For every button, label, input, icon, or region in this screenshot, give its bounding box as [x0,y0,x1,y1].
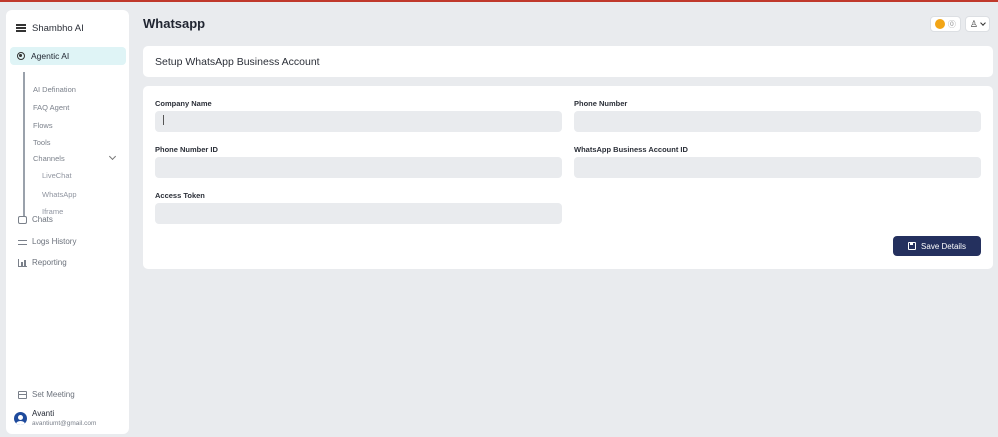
account-menu-button[interactable]: ♙ [964,16,990,32]
header-actions: ⓪ ♙ [929,16,990,32]
phone-number-label: Phone Number [574,99,628,108]
save-details-label: Save Details [921,241,966,251]
set-meeting-label: Set Meeting [32,390,75,399]
setup-header-card: Setup WhatsApp Business Account [143,46,993,77]
sidebar-item-label: Chats [32,215,53,224]
sidebar-sub-tools[interactable]: Tools [33,138,51,147]
avatar [14,412,27,425]
phone-number-id-label: Phone Number ID [155,145,218,154]
save-icon [908,242,917,250]
sidebar-item-reporting[interactable]: Reporting [18,258,67,267]
menu-icon[interactable] [16,24,26,32]
access-token-label: Access Token [155,191,205,200]
sidebar-sub-faq-agent[interactable]: FAQ Agent [33,103,69,112]
sidebar-item-logs-history[interactable]: Logs History [18,237,76,246]
calendar-icon [18,390,27,399]
sidebar-sub-channels[interactable]: Channels [33,154,65,163]
company-name-label: Company Name [155,99,212,108]
sidebar-item-label: Reporting [32,258,67,267]
coin-icon [934,19,945,29]
user-name: Avanti [32,409,55,418]
user-icon: ♙ [969,18,978,29]
text-caret [163,115,164,125]
access-token-input[interactable] [155,203,562,224]
user-profile[interactable]: Avanti avantiumt@gmail.com [14,409,96,428]
channel-livechat[interactable]: LiveChat [42,171,72,180]
info-icon: ⓪ [947,19,956,29]
brand[interactable]: Shambho AI [16,20,84,36]
company-name-input[interactable] [155,111,562,132]
waba-id-input[interactable] [574,157,981,178]
chevron-down-icon [980,20,986,26]
user-email: avantiumt@gmail.com [32,420,97,427]
phone-number-id-input[interactable] [155,157,562,178]
tree-line [23,72,25,217]
waba-id-label: WhatsApp Business Account ID [574,145,688,154]
channel-whatsapp[interactable]: WhatsApp [42,190,77,199]
page-title: Whatsapp [143,16,206,31]
sidebar-item-label: Logs History [32,237,77,246]
brand-label: Shambho AI [32,22,84,34]
setup-title: Setup WhatsApp Business Account [155,55,320,68]
sidebar-sub-ai-defination[interactable]: AI Defination [33,85,76,94]
credits-pill[interactable]: ⓪ [929,16,961,32]
gear-icon [17,52,25,60]
sidebar-item-label: Agentic AI [31,51,70,61]
logs-icon [18,238,27,246]
save-details-button[interactable]: Save Details [893,236,981,256]
sidebar-item-agentic-ai[interactable]: Agentic AI [10,47,126,65]
reporting-icon [18,258,27,267]
sidebar: Shambho AI Agentic AI AI Defination FAQ … [6,10,129,434]
phone-number-input[interactable] [574,111,981,132]
set-meeting-button[interactable]: Set Meeting [18,390,75,399]
sidebar-sub-flows[interactable]: Flows [33,121,53,130]
sidebar-item-chats[interactable]: Chats [18,215,53,224]
chevron-down-icon[interactable] [108,152,117,161]
chat-icon [18,215,27,224]
